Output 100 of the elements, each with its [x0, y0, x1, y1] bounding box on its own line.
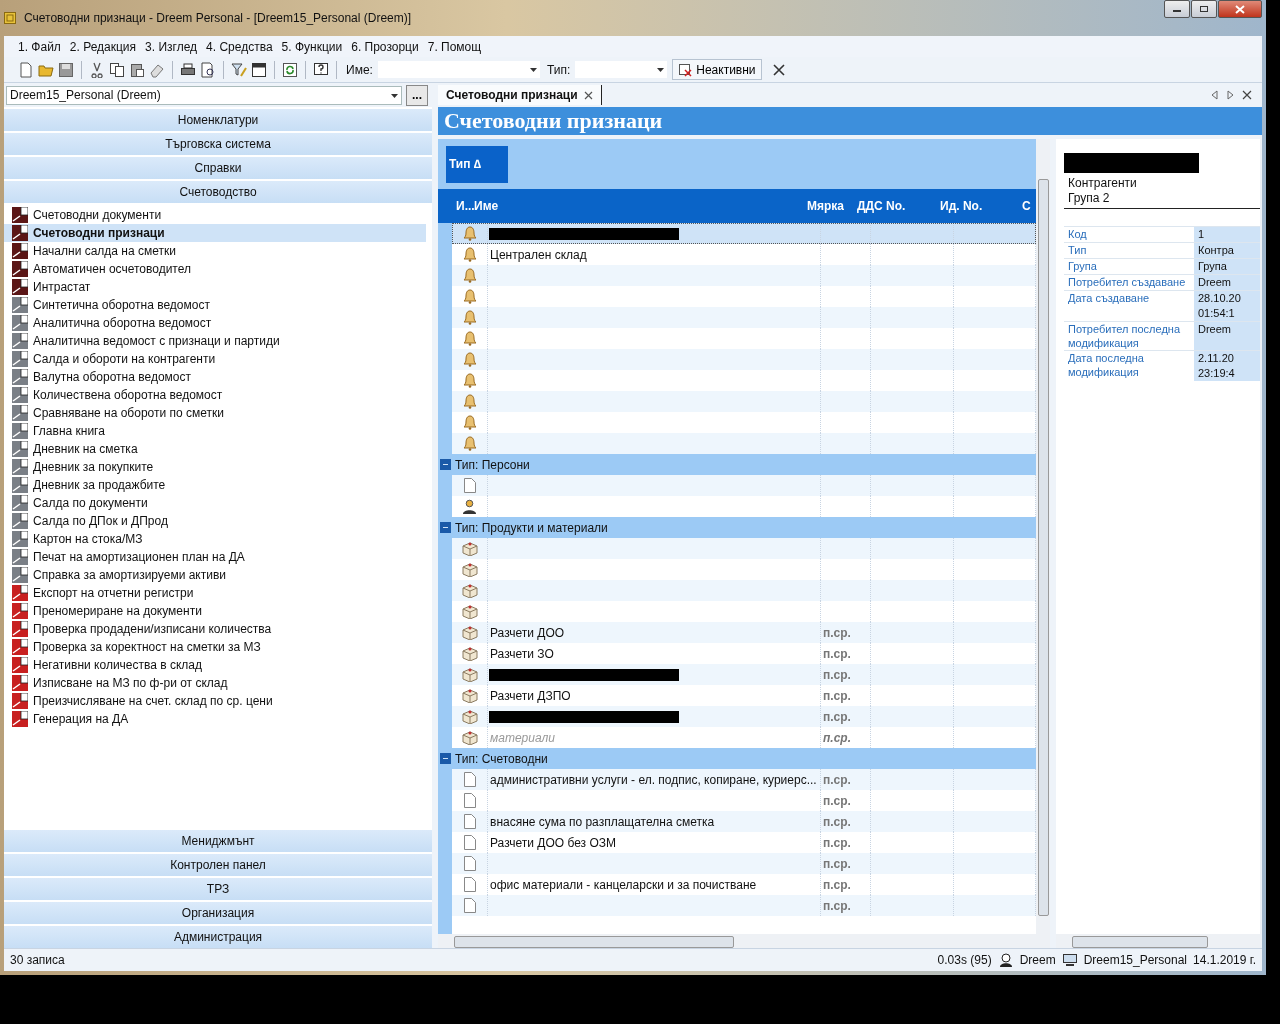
- table-row[interactable]: административни услуги - ел. подпис, копиране, куриерс... п.ср.: [452, 769, 1036, 790]
- sidebar-item[interactable]: Автоматичен осчетоводител: [4, 260, 426, 278]
- sidebar-item[interactable]: Дневник на сметка: [4, 440, 426, 458]
- sidebar-item[interactable]: Преизчисляване на счет. склад по ср. цени: [4, 692, 426, 710]
- type-field[interactable]: [574, 60, 669, 79]
- collapse-icon[interactable]: [440, 522, 451, 533]
- collapse-icon[interactable]: [440, 753, 451, 764]
- sidebar-item[interactable]: Аналитична ведомост с признаци и партиди: [4, 332, 426, 350]
- vertical-scrollbar[interactable]: [1036, 139, 1050, 948]
- menu-item[interactable]: 3. Изглед: [145, 39, 198, 54]
- horizontal-scrollbar[interactable]: [1056, 934, 1260, 948]
- scroll-left-icon[interactable]: [1210, 90, 1219, 100]
- sidebar-item[interactable]: Синтетична оборотна ведомост: [4, 296, 426, 314]
- column-header[interactable]: Име: [474, 199, 807, 213]
- sidebar-item[interactable]: Сравняване на обороти по сметки: [4, 404, 426, 422]
- close-icon[interactable]: [583, 90, 593, 100]
- sidebar-item[interactable]: Преномериране на документи: [4, 602, 426, 620]
- sidebar-item[interactable]: Проверка продадени/изписани количества: [4, 620, 426, 638]
- column-header[interactable]: С: [1022, 199, 1034, 213]
- refresh-icon[interactable]: [282, 61, 298, 78]
- save-icon[interactable]: [58, 61, 74, 78]
- filter-icon[interactable]: [231, 61, 247, 78]
- scissors-icon[interactable]: [89, 61, 105, 78]
- sidebar-item[interactable]: Картон на стока/МЗ: [4, 530, 426, 548]
- sidebar-item[interactable]: Счетоводни признаци: [4, 224, 426, 242]
- table-row[interactable]: [452, 223, 1036, 244]
- help-icon[interactable]: [313, 61, 329, 78]
- sidebar-item[interactable]: Салда по документи: [4, 494, 426, 512]
- sidebar-item[interactable]: Салда и обороти на контрагенти: [4, 350, 426, 368]
- menu-item[interactable]: 1. Файл: [18, 39, 61, 54]
- name-field[interactable]: [376, 60, 541, 79]
- minimize-button[interactable]: [1164, 0, 1190, 18]
- new-document-icon[interactable]: [18, 61, 34, 78]
- close-icon[interactable]: [1242, 90, 1252, 100]
- column-header[interactable]: ДДС No.: [857, 199, 940, 213]
- sidebar-section-header[interactable]: Организация: [4, 902, 432, 924]
- sidebar-section-header[interactable]: Търговска система: [4, 133, 432, 155]
- sidebar-item[interactable]: Проверка за коректност на сметки за МЗ: [4, 638, 426, 656]
- sidebar-section-header[interactable]: Счетоводство: [4, 181, 432, 203]
- status-date: 14.1.2019 г.: [1193, 953, 1256, 967]
- menu-item[interactable]: 2. Редакция: [69, 39, 137, 54]
- sidebar-section-header[interactable]: Справки: [4, 157, 432, 179]
- sidebar-section-header[interactable]: Администрация: [4, 926, 432, 948]
- sidebar-section-header[interactable]: ТРЗ: [4, 878, 432, 900]
- dropdown-arrow-icon[interactable]: [391, 93, 398, 98]
- sidebar-item[interactable]: Счетоводни документи: [4, 206, 426, 224]
- menu-item[interactable]: 4. Средства: [206, 39, 273, 54]
- column-header[interactable]: И...: [438, 199, 474, 213]
- copy-icon[interactable]: [109, 61, 125, 78]
- sidebar-section-header[interactable]: Контролен панел: [4, 854, 432, 876]
- table-row[interactable]: п.ср.: [452, 853, 1036, 874]
- menu-item[interactable]: 7. Помощ: [427, 39, 482, 54]
- sidebar-section-header[interactable]: Номенклатури: [4, 109, 432, 131]
- sidebar-item[interactable]: Интрастат: [4, 278, 426, 296]
- paste-icon[interactable]: [129, 61, 145, 78]
- sidebar-item[interactable]: Главна книга: [4, 422, 426, 440]
- sidebar-item[interactable]: Негативни количества в склад: [4, 656, 426, 674]
- unit-cell-text: п.ср.: [822, 793, 851, 808]
- group-by-button[interactable]: Тип ∆: [446, 145, 508, 183]
- dropdown-arrow-icon[interactable]: [657, 68, 665, 72]
- table-row[interactable]: п.ср.: [452, 706, 1036, 727]
- sidebar-item[interactable]: Салда по ДПок и ДПрод: [4, 512, 426, 530]
- sidebar-item[interactable]: Генерация на ДА: [4, 710, 426, 728]
- printer-icon[interactable]: [180, 61, 196, 78]
- database-selector[interactable]: Dreem15_Personal (Dreem): [6, 85, 402, 105]
- dropdown-arrow-icon[interactable]: [529, 68, 537, 72]
- table-row[interactable]: Разчети ДОО п.ср.: [452, 622, 1036, 643]
- print-preview-icon[interactable]: [200, 61, 216, 78]
- sidebar-item[interactable]: Количествена оборотна ведомост: [4, 386, 426, 404]
- browse-button[interactable]: ...: [406, 84, 428, 106]
- scroll-right-icon[interactable]: [1226, 90, 1235, 100]
- column-header[interactable]: Мярка: [807, 199, 857, 213]
- table-row[interactable]: внасяне сума по разплащателна сметка п.ср.: [452, 811, 1036, 832]
- table-row[interactable]: п.ср.: [452, 895, 1036, 916]
- column-header[interactable]: Ид. No.: [940, 199, 1022, 213]
- collapse-icon[interactable]: [440, 459, 451, 470]
- report-icon: [12, 333, 28, 349]
- sidebar-item[interactable]: Печат на амортизационен план на ДА: [4, 548, 426, 566]
- unit-cell-text: п.ср.: [822, 667, 851, 682]
- sidebar-item[interactable]: Аналитична оборотна ведомост: [4, 314, 426, 332]
- sidebar-item[interactable]: Справка за амортизируеми активи: [4, 566, 426, 584]
- document-tab[interactable]: Счетоводни признаци: [438, 85, 602, 105]
- sidebar-item[interactable]: Валутна оборотна ведомост: [4, 368, 426, 386]
- bell-icon: [462, 331, 477, 346]
- report-icon: [12, 549, 28, 565]
- sidebar-item[interactable]: Изписване на МЗ по ф-ри от склад: [4, 674, 426, 692]
- list-icon: [12, 261, 28, 277]
- close-button[interactable]: [1218, 0, 1262, 18]
- menu-item[interactable]: 5. Функции: [281, 39, 343, 54]
- sidebar-item[interactable]: Експорт на отчетни регистри: [4, 584, 426, 602]
- sidebar-item[interactable]: Дневник за покупките: [4, 458, 426, 476]
- sidebar-section-header[interactable]: Мениджмънт: [4, 830, 432, 852]
- sidebar-item[interactable]: Дневник за продажбите: [4, 476, 426, 494]
- maximize-button[interactable]: [1191, 0, 1217, 18]
- close-icon[interactable]: [771, 62, 786, 77]
- table-row[interactable]: п.ср.: [452, 664, 1036, 685]
- sidebar-item[interactable]: Начални салда на сметки: [4, 242, 426, 260]
- window-icon[interactable]: [251, 61, 267, 78]
- menu-item[interactable]: 6. Прозорци: [351, 39, 419, 54]
- horizontal-scrollbar[interactable]: [438, 934, 1036, 948]
